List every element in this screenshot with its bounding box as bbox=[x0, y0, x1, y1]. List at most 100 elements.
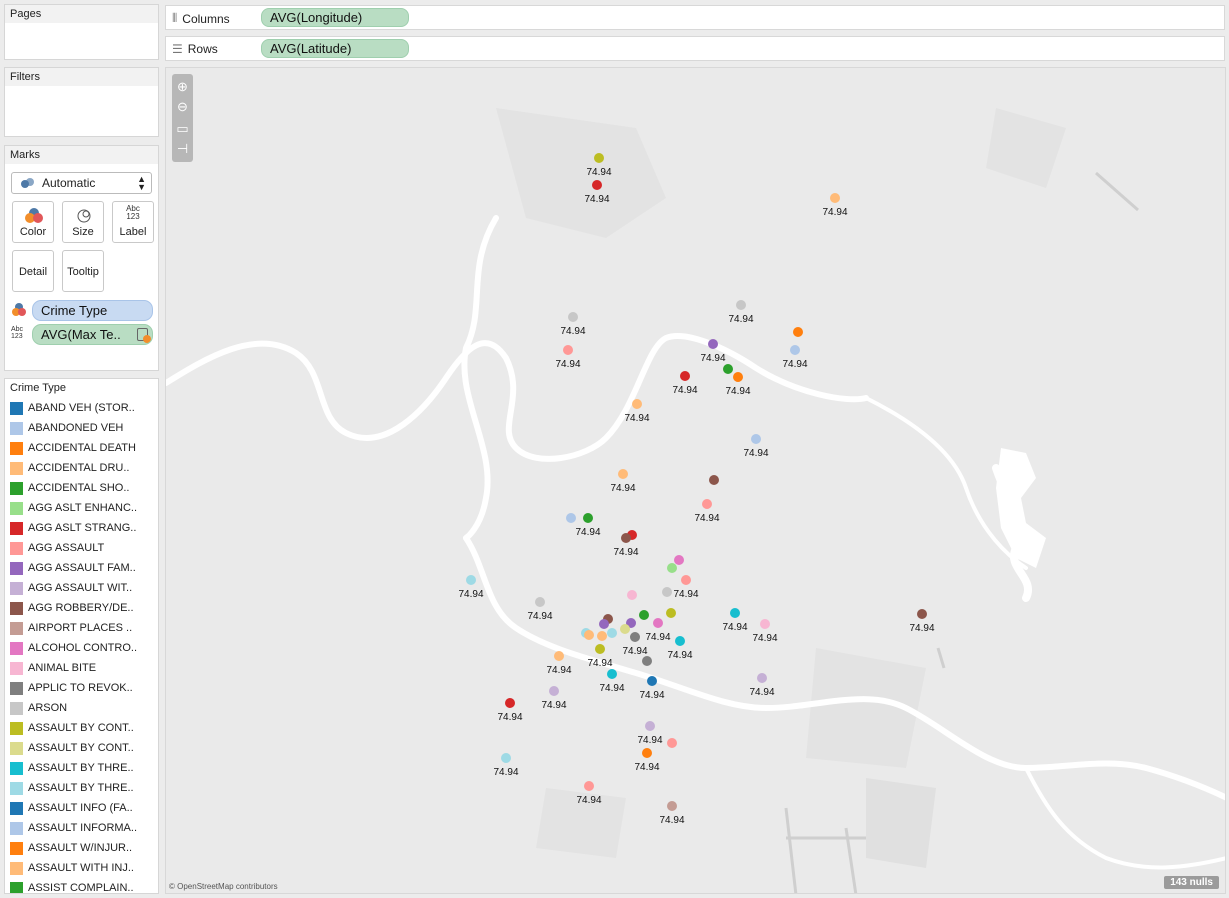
legend-item[interactable]: ANIMAL BITE bbox=[10, 658, 158, 678]
legend-item[interactable]: ACCIDENTAL DRU.. bbox=[10, 458, 158, 478]
crime-point[interactable] bbox=[681, 575, 691, 585]
crime-point[interactable] bbox=[667, 801, 677, 811]
legend-item[interactable]: ACCIDENTAL DEATH bbox=[10, 438, 158, 458]
crime-point[interactable] bbox=[618, 469, 628, 479]
crime-point[interactable] bbox=[584, 781, 594, 791]
crime-point[interactable] bbox=[760, 619, 770, 629]
crime-point[interactable] bbox=[653, 618, 663, 628]
columns-shelf[interactable]: ⦀ Columns AVG(Longitude) bbox=[165, 5, 1225, 30]
detail-button[interactable]: Detail bbox=[12, 250, 54, 292]
crime-point[interactable] bbox=[723, 364, 733, 374]
crime-point[interactable] bbox=[597, 631, 607, 641]
legend-item[interactable]: ASSAULT BY CONT.. bbox=[10, 718, 158, 738]
map-view[interactable]: 74.94 74.94 74.94 74.94 74.94 74.94 74.94 74.94… bbox=[165, 67, 1226, 894]
crime-point[interactable] bbox=[662, 587, 672, 597]
legend-item[interactable]: AIRPORT PLACES .. bbox=[10, 618, 158, 638]
legend-item[interactable]: ABAND VEH (STOR.. bbox=[10, 398, 158, 418]
crime-point[interactable] bbox=[505, 698, 515, 708]
size-button[interactable]: Size bbox=[62, 201, 104, 243]
crime-point[interactable] bbox=[568, 312, 578, 322]
legend-item[interactable]: ARSON bbox=[10, 698, 158, 718]
legend-item[interactable]: AGG ASSAULT FAM.. bbox=[10, 558, 158, 578]
crime-point[interactable] bbox=[639, 610, 649, 620]
label-button[interactable]: Abc 123 Label bbox=[112, 201, 154, 243]
legend-item[interactable]: ASSAULT WITH INJ.. bbox=[10, 858, 158, 878]
legend-item[interactable]: AGG ASSAULT WIT.. bbox=[10, 578, 158, 598]
crime-point[interactable] bbox=[645, 721, 655, 731]
filters-card[interactable]: Filters bbox=[4, 67, 159, 137]
crime-point[interactable] bbox=[730, 608, 740, 618]
crime-point[interactable] bbox=[620, 624, 630, 634]
avg-max-temp-pill[interactable]: AVG(Max Te.. bbox=[32, 324, 153, 345]
legend-item[interactable]: ASSAULT BY THRE.. bbox=[10, 778, 158, 798]
crime-point[interactable] bbox=[830, 193, 840, 203]
crime-point[interactable] bbox=[563, 345, 573, 355]
crime-point[interactable] bbox=[751, 434, 761, 444]
legend-item[interactable]: AGG ROBBERY/DE.. bbox=[10, 598, 158, 618]
zoom-area-icon[interactable]: ▭ bbox=[172, 118, 193, 139]
legend-item[interactable]: AGG ASSAULT bbox=[10, 538, 158, 558]
mark-type-select[interactable]: Automatic ▲ ▼ bbox=[11, 172, 152, 194]
crime-point[interactable] bbox=[595, 644, 605, 654]
crime-point[interactable] bbox=[702, 499, 712, 509]
crime-point[interactable] bbox=[607, 669, 617, 679]
crime-point[interactable] bbox=[709, 475, 719, 485]
crime-point[interactable] bbox=[607, 628, 617, 638]
crime-point[interactable] bbox=[736, 300, 746, 310]
map-attribution[interactable]: © OpenStreetMap contributors bbox=[169, 882, 278, 891]
crime-point[interactable] bbox=[466, 575, 476, 585]
crime-point[interactable] bbox=[674, 555, 684, 565]
crime-point[interactable] bbox=[790, 345, 800, 355]
crime-point[interactable] bbox=[630, 632, 640, 642]
crime-type-pill[interactable]: Crime Type bbox=[32, 300, 153, 321]
pin-map-icon[interactable]: ⊣ bbox=[172, 138, 193, 159]
crime-point[interactable] bbox=[642, 748, 652, 758]
zoom-out-icon[interactable]: ⊖ bbox=[172, 96, 193, 117]
tooltip-button[interactable]: Tooltip bbox=[62, 250, 104, 292]
color-button[interactable]: Color bbox=[12, 201, 54, 243]
rows-shelf[interactable]: ☰ Rows AVG(Latitude) bbox=[165, 36, 1225, 61]
crime-point[interactable] bbox=[554, 651, 564, 661]
crime-point[interactable] bbox=[599, 619, 609, 629]
legend-item[interactable]: ASSIST COMPLAIN.. bbox=[10, 878, 158, 893]
legend-item[interactable]: APPLIC TO REVOK.. bbox=[10, 678, 158, 698]
crime-point[interactable] bbox=[621, 533, 631, 543]
legend-item[interactable]: ALCOHOL CONTRO.. bbox=[10, 638, 158, 658]
crime-point[interactable] bbox=[583, 513, 593, 523]
map-canvas[interactable]: 74.94 74.94 74.94 74.94 74.94 74.94 74.94 74.94… bbox=[166, 68, 1226, 894]
columns-pill[interactable]: AVG(Longitude) bbox=[261, 8, 409, 27]
crime-point[interactable] bbox=[708, 339, 718, 349]
crime-point[interactable] bbox=[627, 590, 637, 600]
crime-point[interactable] bbox=[642, 656, 652, 666]
legend-item[interactable]: ACCIDENTAL SHO.. bbox=[10, 478, 158, 498]
legend-item[interactable]: ASSAULT INFO (FA.. bbox=[10, 798, 158, 818]
zoom-in-icon[interactable]: ⊕ bbox=[172, 76, 193, 97]
crime-point[interactable] bbox=[917, 609, 927, 619]
crime-point[interactable] bbox=[667, 738, 677, 748]
legend-item[interactable]: ABANDONED VEH bbox=[10, 418, 158, 438]
crime-point[interactable] bbox=[733, 372, 743, 382]
nulls-indicator[interactable]: 143 nulls bbox=[1164, 876, 1219, 889]
crime-point[interactable] bbox=[501, 753, 511, 763]
crime-point[interactable] bbox=[584, 630, 594, 640]
legend-item[interactable]: ASSAULT W/INJUR.. bbox=[10, 838, 158, 858]
legend-item[interactable]: ASSAULT BY CONT.. bbox=[10, 738, 158, 758]
crime-point[interactable] bbox=[666, 608, 676, 618]
crime-point[interactable] bbox=[594, 153, 604, 163]
crime-point[interactable] bbox=[680, 371, 690, 381]
legend-item[interactable]: ASSAULT INFORMA.. bbox=[10, 818, 158, 838]
crime-point[interactable] bbox=[757, 673, 767, 683]
crime-point[interactable] bbox=[632, 399, 642, 409]
crime-point[interactable] bbox=[675, 636, 685, 646]
crime-point[interactable] bbox=[667, 563, 677, 573]
crime-point[interactable] bbox=[793, 327, 803, 337]
crime-point[interactable] bbox=[566, 513, 576, 523]
crime-point[interactable] bbox=[535, 597, 545, 607]
crime-point[interactable] bbox=[549, 686, 559, 696]
crime-point[interactable] bbox=[647, 676, 657, 686]
legend-item[interactable]: AGG ASLT STRANG.. bbox=[10, 518, 158, 538]
crime-point[interactable] bbox=[592, 180, 602, 190]
legend-item[interactable]: ASSAULT BY THRE.. bbox=[10, 758, 158, 778]
rows-pill[interactable]: AVG(Latitude) bbox=[261, 39, 409, 58]
legend-item[interactable]: AGG ASLT ENHANC.. bbox=[10, 498, 158, 518]
